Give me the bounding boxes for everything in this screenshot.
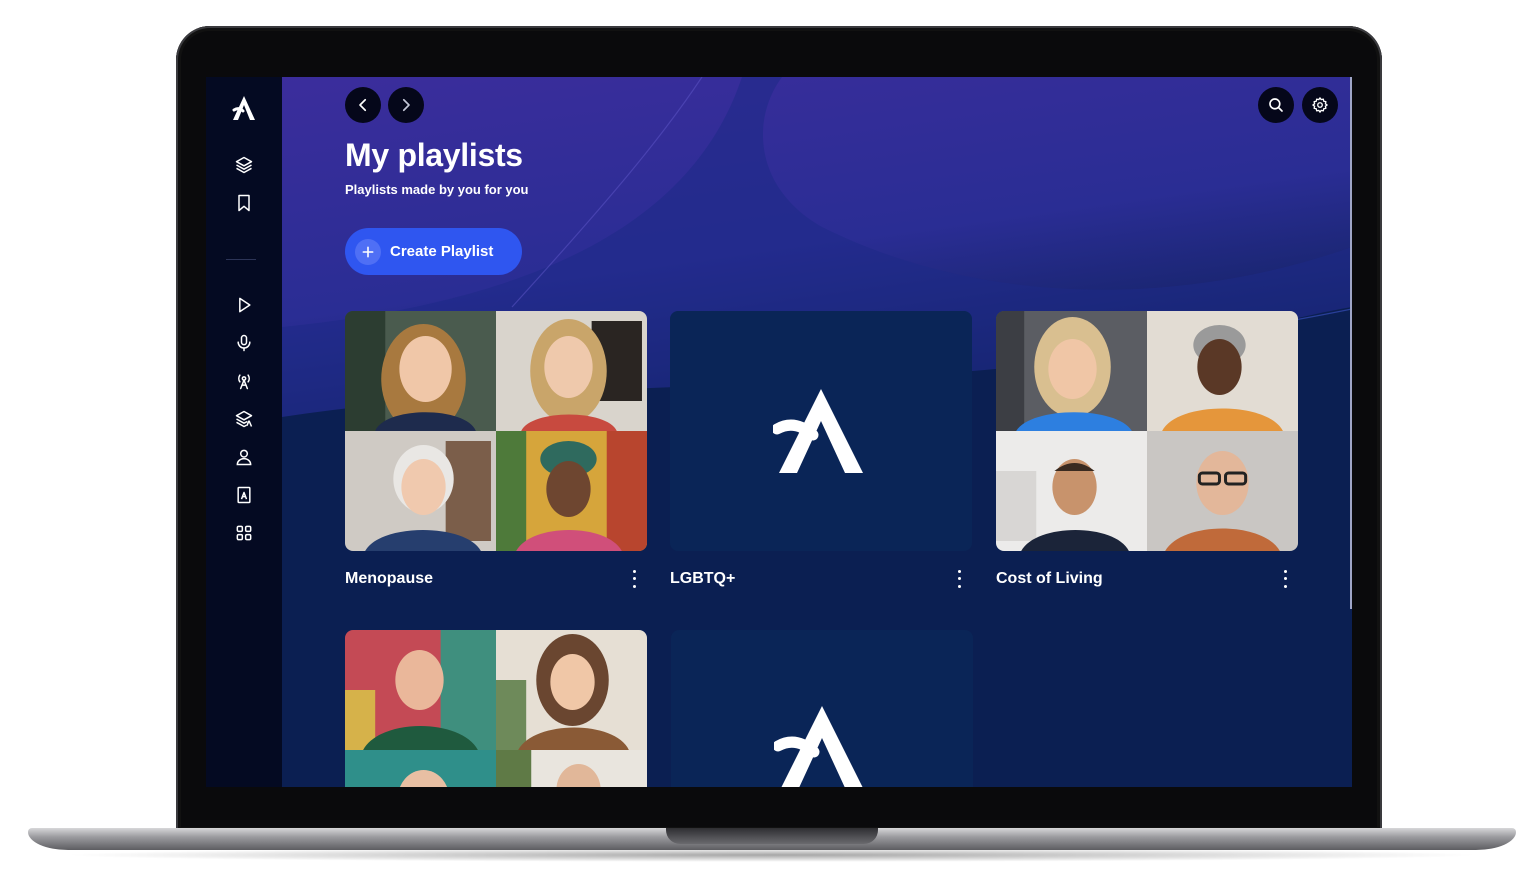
learning-stack-icon [235, 410, 253, 428]
playlist-cover[interactable] [345, 311, 647, 551]
more-options-icon[interactable] [952, 568, 966, 590]
person-icon [236, 449, 252, 466]
create-playlist-button[interactable]: Create Playlist [345, 228, 522, 275]
playlist-cover[interactable] [670, 311, 972, 551]
playlist-title[interactable]: LGBTQ+ [670, 570, 735, 588]
search-button[interactable] [1258, 87, 1294, 123]
sidebar-item-bookmarks[interactable] [230, 189, 258, 217]
speaker-thumbnail [345, 630, 496, 750]
chevron-left-icon [359, 98, 367, 112]
settings-button[interactable] [1302, 87, 1338, 123]
play-icon [239, 297, 251, 313]
gear-icon [1312, 97, 1328, 113]
speaker-thumbnail [345, 311, 496, 431]
chevron-right-icon [402, 98, 410, 112]
sidebar-item-podcasts[interactable] [230, 329, 258, 357]
speaker-thumbnail [496, 431, 647, 551]
app-screen: My playlists Playlists made by you for y… [206, 77, 1352, 787]
speaker-thumbnail [1147, 431, 1298, 551]
laptop-shadow [60, 848, 1484, 862]
speaker-thumbnail [996, 311, 1147, 431]
scrollbar[interactable] [1350, 77, 1352, 609]
more-options-icon[interactable] [627, 568, 641, 590]
speaker-thumbnail [496, 311, 647, 431]
create-playlist-label: Create Playlist [390, 243, 494, 260]
sidebar-item-profile[interactable] [230, 443, 258, 471]
playlist-card-cost-of-living[interactable]: Cost of Living [996, 311, 1298, 591]
more-options-icon[interactable] [1278, 568, 1292, 590]
speaker-thumbnail [496, 750, 647, 787]
logo-icon [232, 96, 255, 120]
sidebar [206, 77, 282, 787]
grid-icon [236, 525, 252, 541]
sidebar-item-library[interactable] [230, 481, 258, 509]
playlist-card-menopause[interactable]: Menopause [345, 311, 647, 591]
forward-button[interactable] [388, 87, 424, 123]
sidebar-item-live[interactable] [230, 367, 258, 395]
speaker-thumbnail [496, 630, 647, 750]
page-subtitle: Playlists made by you for you [345, 182, 529, 197]
sidebar-item-apps[interactable] [230, 519, 258, 547]
page-title: My playlists [345, 137, 523, 173]
playlist-cover[interactable] [671, 630, 973, 787]
app-logo[interactable] [228, 93, 260, 123]
sidebar-item-learning[interactable] [230, 405, 258, 433]
sidebar-item-videos[interactable] [230, 291, 258, 319]
search-icon [1269, 98, 1283, 112]
playlist-title[interactable]: Cost of Living [996, 570, 1103, 588]
playlist-card[interactable] [345, 630, 647, 787]
bookmark-icon [238, 194, 250, 212]
microphone-icon [237, 334, 251, 352]
back-button[interactable] [345, 87, 381, 123]
playlist-cover[interactable] [345, 630, 647, 787]
speaker-thumbnail [1147, 311, 1298, 431]
layers-icon [235, 156, 253, 174]
plus-icon [355, 238, 381, 265]
logo-icon [773, 389, 863, 473]
playlist-card[interactable] [671, 630, 973, 787]
speaker-thumbnail [345, 750, 496, 787]
playlist-card-lgbtq[interactable]: LGBTQ+ [670, 311, 972, 591]
sidebar-divider [226, 259, 256, 260]
speaker-thumbnail [996, 431, 1147, 551]
playlist-cover[interactable] [996, 311, 1298, 551]
logo-icon [774, 706, 863, 787]
speaker-thumbnail [345, 431, 496, 551]
sidebar-item-layers[interactable] [230, 151, 258, 179]
playlist-title[interactable]: Menopause [345, 570, 433, 588]
book-icon [237, 486, 251, 504]
laptop-notch [666, 828, 878, 844]
broadcast-icon [238, 374, 250, 390]
main-content: My playlists Playlists made by you for y… [282, 77, 1352, 787]
